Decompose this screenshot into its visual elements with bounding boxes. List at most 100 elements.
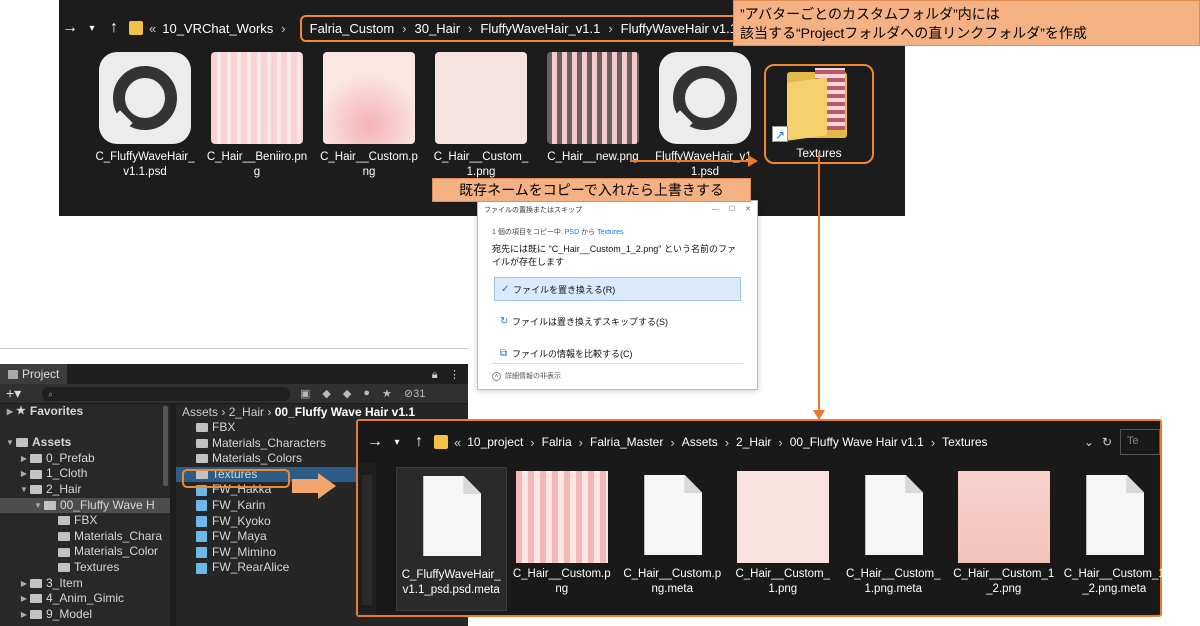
bottom-crumb-item[interactable]: Assets — [682, 435, 718, 449]
file-tile[interactable]: C_FluffyWaveHair_v1.1_psd.psd.meta — [396, 467, 507, 611]
project-crumb[interactable]: 00_Fluffy Wave Hair v1.1 — [275, 405, 415, 419]
tree-scrollbar[interactable] — [163, 406, 168, 486]
up-arrow-icon[interactable]: ↑ — [103, 19, 125, 37]
dialog-option[interactable]: ↻ ファイルは置き換えずスキップする(S) — [494, 309, 741, 333]
chevron-down-icon[interactable]: ▾ — [386, 437, 408, 448]
file-tile[interactable]: C_FluffyWaveHair_v1.1.psd — [89, 52, 201, 180]
file-tile[interactable]: C_Hair__Custom_1_2.png — [949, 467, 1060, 611]
folder-icon — [30, 610, 42, 620]
file-tile[interactable]: C_Hair__Custom_1.png — [728, 467, 839, 611]
folder-icon — [129, 21, 143, 35]
file-name: C_Hair__Custom.png.meta — [623, 568, 722, 595]
tree-item[interactable]: ▶ 9_Model — [0, 607, 170, 623]
forward-arrow-icon[interactable]: → — [59, 19, 81, 37]
top-crumb-item[interactable]: FluffyWaveHair v1.1 — [621, 21, 737, 36]
overflow-chevron-icon[interactable]: « — [454, 435, 461, 450]
tree-item[interactable]: Materials_Chara — [0, 529, 170, 545]
navigation-pane — [358, 463, 376, 615]
tab-project[interactable]: Project — [0, 364, 68, 384]
address-dropdown-icon[interactable]: ⌄ — [1084, 435, 1094, 449]
collapse-arrow-icon[interactable]: ▶ — [4, 404, 16, 420]
lock-icon[interactable]: 🔒︎ — [432, 369, 438, 381]
tree-item[interactable]: Textures — [0, 560, 170, 576]
collapse-arrow-icon[interactable]: ▶ — [18, 591, 30, 607]
bottom-address-bar: → ▾ ↑ « 10_project › Falria › Falria_Master ›… — [358, 421, 1160, 463]
document-fold-icon — [463, 476, 482, 494]
tree-item[interactable]: ▼ 2_Hair — [0, 482, 170, 498]
more-menu-icon[interactable]: ⋮ — [449, 369, 460, 381]
file-tile[interactable]: C_Hair__Custom.png — [507, 467, 618, 611]
search-by-type-icon[interactable]: ▣ — [300, 387, 310, 400]
bottom-crumb-item[interactable]: 10_project — [467, 435, 523, 449]
file-tile[interactable]: C_Hair__Custom_1.png.meta — [838, 467, 949, 611]
bottom-crumb-item[interactable]: Falria_Master — [590, 435, 663, 449]
expand-arrow-icon[interactable]: ▼ — [18, 482, 30, 498]
source-link[interactable]: PSD — [565, 229, 579, 236]
collapse-arrow-icon[interactable]: ▶ — [18, 451, 30, 467]
expand-arrow-icon[interactable]: ▼ — [32, 498, 44, 514]
tree-item[interactable]: ▶ ★ Favorites — [0, 404, 170, 420]
refresh-icon[interactable]: ↻ — [1102, 435, 1112, 449]
project-toolbar: +▾ ⌕ ▣ ◆ ◆ ● ★ ⊘31 — [0, 384, 468, 404]
bottom-crumb-item[interactable]: Falria — [542, 435, 572, 449]
bottom-crumb-item[interactable]: Textures — [942, 435, 987, 449]
crumb-separator-icon: › — [670, 434, 675, 450]
tree-item[interactable]: ▶ 1_Cloth — [0, 466, 170, 482]
dialog-option-label: ファイルは置き換えずスキップする(S) — [512, 316, 668, 327]
tree-item[interactable]: ▶ 4_Anim_Gimic — [0, 591, 170, 607]
file-tile[interactable]: C_Hair__Custom_1_2.png.meta — [1059, 467, 1170, 611]
file-tile[interactable]: C_Hair__Custom.png — [313, 52, 425, 180]
tree-item[interactable]: Materials_Color — [0, 544, 170, 560]
tree-item-label: 9_Model — [46, 606, 93, 621]
up-arrow-icon[interactable]: ↑ — [408, 433, 430, 451]
hidden-packages-icon[interactable]: ⊘31 — [404, 387, 437, 400]
tree-item[interactable]: FBX — [0, 513, 170, 529]
expand-arrow-icon[interactable]: ▼ — [4, 435, 16, 451]
tree-item[interactable]: ▶ 0_Prefab — [0, 451, 170, 467]
project-search-input[interactable]: ⌕ — [42, 386, 290, 401]
favorite-star-icon[interactable]: ★ — [382, 387, 392, 400]
project-crumb[interactable]: 2_Hair — [229, 405, 264, 419]
close-icon[interactable]: ✕ — [745, 206, 751, 213]
tree-item[interactable]: ▼ 00_Fluffy Wave H — [0, 497, 170, 514]
image-thumbnail — [736, 471, 829, 563]
bottom-search-input[interactable]: Te — [1120, 429, 1160, 455]
project-tabbar: Project 🔒︎ ⋮ — [0, 364, 468, 384]
collapse-arrow-icon[interactable]: ▶ — [18, 607, 30, 623]
file-tile[interactable]: C_Hair__Custom.png.meta — [617, 467, 728, 611]
collapse-arrow-icon[interactable]: ▶ — [18, 576, 30, 592]
minimize-icon[interactable]: — — [712, 206, 719, 213]
tree-item[interactable]: ▼ Assets — [0, 435, 170, 451]
chevron-down-icon[interactable]: ▾ — [81, 23, 103, 34]
maximize-icon[interactable]: ☐ — [729, 206, 735, 213]
bottom-crumb-item[interactable]: 2_Hair — [736, 435, 771, 449]
file-name: C_Hair__Beniiro.png — [206, 151, 308, 178]
callout-top-line1: ”アバターごとのカスタムフォルダ”内には — [740, 6, 1000, 22]
warning-icon[interactable]: ● — [363, 387, 370, 400]
textures-folder-icon[interactable] — [787, 68, 847, 141]
top-crumb-item[interactable]: FluffyWaveHair_v1.1 — [480, 21, 600, 36]
image-thumbnail — [435, 52, 527, 144]
file-tile[interactable]: C_Hair__Custom_1.png — [425, 52, 537, 180]
asset-item-label: FW_RearAlice — [212, 560, 290, 575]
file-name: C_Hair__Custom_1.png — [433, 151, 529, 178]
top-crumb-root[interactable]: 10_VRChat_Works — [162, 21, 273, 36]
project-crumb[interactable]: Assets — [182, 405, 218, 419]
search-by-label-icon[interactable]: ◆ — [322, 387, 330, 400]
destination-link[interactable]: Textures — [597, 229, 623, 236]
file-tile[interactable]: C_Hair__Beniiro.png — [201, 52, 313, 180]
dialog-option[interactable]: ✓ ファイルを置き換える(R) — [494, 277, 741, 301]
tree-item[interactable]: ▶ 3_Item — [0, 576, 170, 592]
details-toggle[interactable]: ˄ 詳細情報の非表示 — [492, 371, 561, 381]
nav-scrollbar[interactable] — [362, 475, 372, 605]
top-crumb-item[interactable]: Falria_Custom — [310, 21, 395, 36]
forward-arrow-icon[interactable]: → — [364, 433, 386, 451]
search-by-label-tag-icon[interactable]: ◆ — [343, 387, 351, 400]
overflow-chevron-icon[interactable]: « — [149, 21, 156, 36]
collapse-arrow-icon[interactable]: ▶ — [18, 466, 30, 482]
tree-item-label: Textures — [74, 559, 120, 574]
dialog-option[interactable]: ⧉ ファイルの情報を比較する(C) — [494, 341, 741, 365]
top-crumb-item[interactable]: 30_Hair — [415, 21, 461, 36]
add-dropdown-button[interactable]: +▾ — [6, 385, 30, 402]
bottom-crumb-item[interactable]: 00_Fluffy Wave Hair v1.1 — [790, 435, 924, 449]
